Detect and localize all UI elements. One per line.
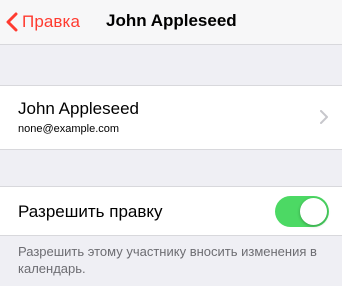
chevron-left-icon xyxy=(6,12,18,32)
navigation-bar: Правка John Appleseed xyxy=(0,0,342,45)
allow-edit-row: Разрешить правку xyxy=(0,186,342,236)
section-spacer xyxy=(0,45,342,85)
allow-edit-label: Разрешить правку xyxy=(18,202,163,221)
page-title: John Appleseed xyxy=(106,11,237,30)
allow-edit-toggle[interactable] xyxy=(275,196,329,227)
back-button-label: Правка xyxy=(22,12,81,31)
contact-email: none@example.com xyxy=(18,123,120,135)
contact-row[interactable]: John Appleseed none@example.com xyxy=(0,85,342,150)
toggle-knob xyxy=(300,198,327,225)
contact-name: John Appleseed xyxy=(18,99,139,118)
back-button[interactable]: Правка xyxy=(6,8,80,36)
chevron-right-icon xyxy=(320,110,328,124)
allow-edit-description: Разрешить этому участнику вносить измене… xyxy=(18,244,317,276)
